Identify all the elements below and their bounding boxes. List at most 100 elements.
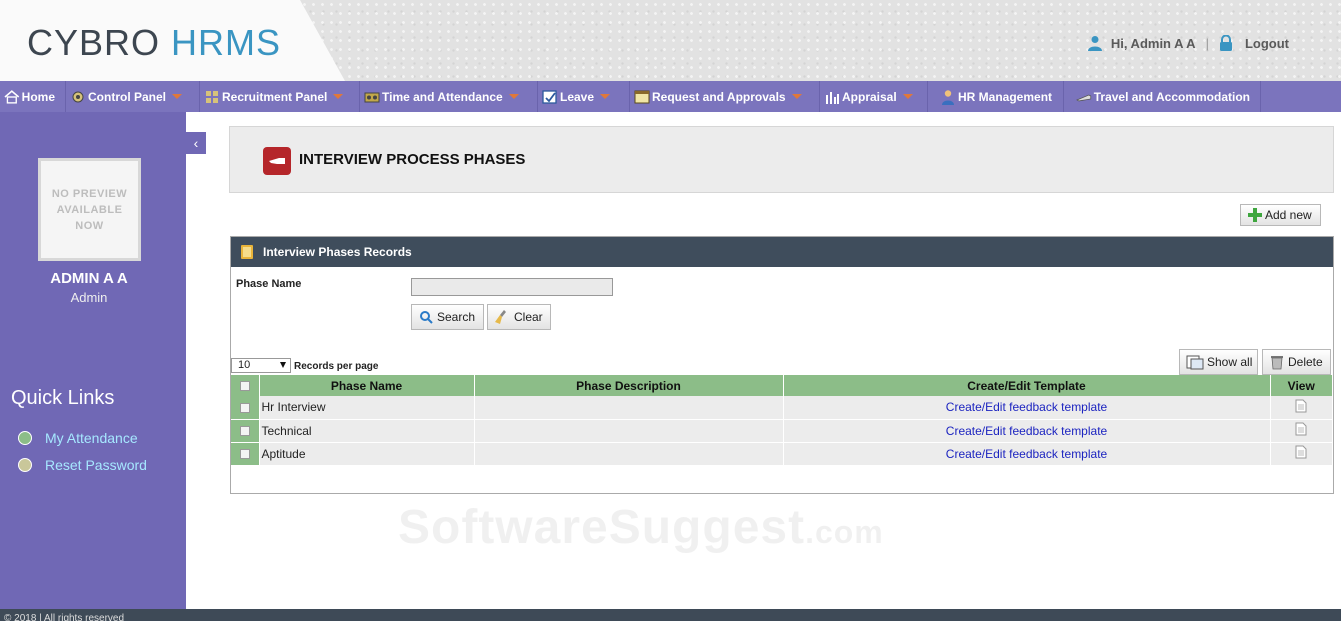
- chevron-down-icon: [280, 362, 286, 368]
- phase-name-input[interactable]: [411, 278, 613, 296]
- phase-description-cell: [474, 396, 784, 420]
- leave-icon: [542, 89, 557, 104]
- records-per-page-value: 10: [238, 359, 251, 371]
- footer-text: © 2018 | All rights reserved: [4, 613, 125, 621]
- delete-button[interactable]: Delete: [1262, 349, 1331, 375]
- logo-part1: CYBRO: [27, 22, 161, 63]
- yellow-dot-icon: [18, 458, 32, 472]
- search-label: Search: [437, 310, 476, 324]
- column-header[interactable]: Create/Edit Template: [783, 375, 1271, 396]
- nav-requests-label: Request and Approvals: [652, 89, 786, 104]
- clear-label: Clear: [514, 310, 543, 324]
- search-button[interactable]: Search: [411, 304, 484, 330]
- chevron-down-icon: [791, 94, 802, 99]
- phase-name-cell: Aptitude: [259, 442, 475, 466]
- sidebar-user-role: Admin: [70, 290, 108, 305]
- template-cell: Create/Edit feedback template: [783, 442, 1271, 466]
- records-per-page-select[interactable]: 10: [231, 358, 291, 373]
- watermark: SoftwareSuggest.com: [398, 500, 884, 555]
- watermark-main: SoftwareSuggest: [398, 501, 806, 554]
- header-separator: |: [1205, 35, 1209, 51]
- bar-chart-icon: [826, 91, 839, 104]
- nav-hr-management[interactable]: HR Management: [928, 81, 1064, 112]
- column-header: View: [1270, 375, 1333, 396]
- gear-icon: [72, 91, 84, 102]
- person-icon: [942, 89, 954, 105]
- quick-links-title: Quick Links: [11, 387, 115, 409]
- nav-recruitment-panel[interactable]: Recruitment Panel: [200, 81, 360, 112]
- notebook-icon: [241, 245, 253, 259]
- nav-requests[interactable]: Request and Approvals: [630, 81, 820, 112]
- table-row: Hr Interview Create/Edit feedback templa…: [231, 396, 1333, 420]
- user-greeting[interactable]: Hi, Admin A A: [1111, 36, 1196, 51]
- phase-name-label: Phase Name: [236, 278, 302, 290]
- row-checkbox[interactable]: [239, 426, 250, 437]
- chevron-down-icon: [333, 94, 344, 99]
- nav-appraisal-label: Appraisal: [842, 89, 897, 104]
- records-header: Interview Phases Records: [231, 237, 1333, 267]
- nav-recruitment-panel-label: Recruitment Panel: [222, 89, 328, 104]
- view-cell: [1270, 419, 1333, 443]
- app-header: CYBRO HRMS Hi, Admin A A | Logout: [0, 0, 1341, 81]
- nav-appraisal[interactable]: Appraisal: [820, 81, 928, 112]
- nav-travel-label: Travel and Accommodation: [1093, 89, 1250, 104]
- table-row: Aptitude Create/Edit feedback template: [231, 442, 1333, 466]
- nav-travel[interactable]: Travel and Accommodation: [1064, 81, 1261, 112]
- clear-button[interactable]: Clear: [487, 304, 551, 330]
- table-header-row: Phase Name Phase Description Create/Edit…: [231, 375, 1333, 396]
- train-icon: [1076, 94, 1092, 101]
- show-all-button[interactable]: Show all: [1179, 349, 1258, 375]
- phase-name-cell: Hr Interview: [259, 396, 475, 420]
- logout-link[interactable]: Logout: [1245, 36, 1289, 51]
- phase-description-cell: [474, 442, 784, 466]
- records-per-page-label: Records per page: [294, 361, 379, 372]
- sidebar-collapse-button[interactable]: ‹: [186, 132, 206, 154]
- create-edit-template-link[interactable]: Create/Edit feedback template: [946, 447, 1107, 461]
- recruitment-icon: [206, 90, 218, 103]
- records-title: Interview Phases Records: [263, 245, 412, 259]
- quick-link-label: Reset Password: [45, 457, 147, 473]
- footer: © 2018 | All rights reserved: [0, 609, 1341, 621]
- row-select-cell: [231, 419, 260, 443]
- column-header[interactable]: Phase Name: [259, 375, 475, 396]
- create-edit-template-link[interactable]: Create/Edit feedback template: [946, 400, 1107, 414]
- quick-link-my-attendance[interactable]: My Attendance: [18, 430, 138, 446]
- nav-home-label: Home: [21, 89, 55, 104]
- lock-icon: [1219, 35, 1232, 51]
- chevron-down-icon: [902, 94, 913, 99]
- watermark-suffix: .com: [805, 514, 884, 550]
- row-checkbox[interactable]: [239, 403, 250, 414]
- plus-icon: [1248, 208, 1262, 222]
- list-icon: [1186, 355, 1204, 370]
- column-header[interactable]: Phase Description: [474, 375, 784, 396]
- document-icon[interactable]: [1295, 445, 1307, 459]
- nav-time-attendance-label: Time and Attendance: [382, 89, 503, 104]
- quick-link-reset-password[interactable]: Reset Password: [18, 457, 147, 473]
- nav-home[interactable]: Home: [0, 81, 66, 112]
- app-logo[interactable]: CYBRO HRMS: [27, 22, 281, 64]
- create-edit-template-link[interactable]: Create/Edit feedback template: [946, 424, 1107, 438]
- logo-part2: HRMS: [171, 22, 282, 63]
- home-icon: [4, 89, 20, 104]
- add-new-label: Add new: [1265, 208, 1312, 222]
- broom-icon: [495, 310, 506, 324]
- nav-control-panel[interactable]: Control Panel: [66, 81, 200, 112]
- select-all-checkbox[interactable]: [239, 381, 250, 392]
- select-all-cell: [231, 375, 260, 396]
- view-cell: [1270, 442, 1333, 466]
- document-icon[interactable]: [1295, 399, 1307, 413]
- view-cell: [1270, 396, 1333, 420]
- add-new-button[interactable]: Add new: [1240, 204, 1321, 226]
- page-title-panel: INTERVIEW PROCESS PHASES: [229, 126, 1334, 193]
- chevron-down-icon: [600, 94, 611, 99]
- phase-name-cell: Technical: [259, 419, 475, 443]
- template-cell: Create/Edit feedback template: [783, 396, 1271, 420]
- row-select-cell: [231, 442, 260, 466]
- sidebar-user-name: ADMIN A A: [50, 270, 128, 287]
- document-icon[interactable]: [1295, 422, 1307, 436]
- nav-time-attendance[interactable]: Time and Attendance: [360, 81, 538, 112]
- nav-leave[interactable]: Leave: [538, 81, 630, 112]
- template-cell: Create/Edit feedback template: [783, 419, 1271, 443]
- row-checkbox[interactable]: [239, 449, 250, 460]
- chevron-down-icon: [508, 94, 519, 99]
